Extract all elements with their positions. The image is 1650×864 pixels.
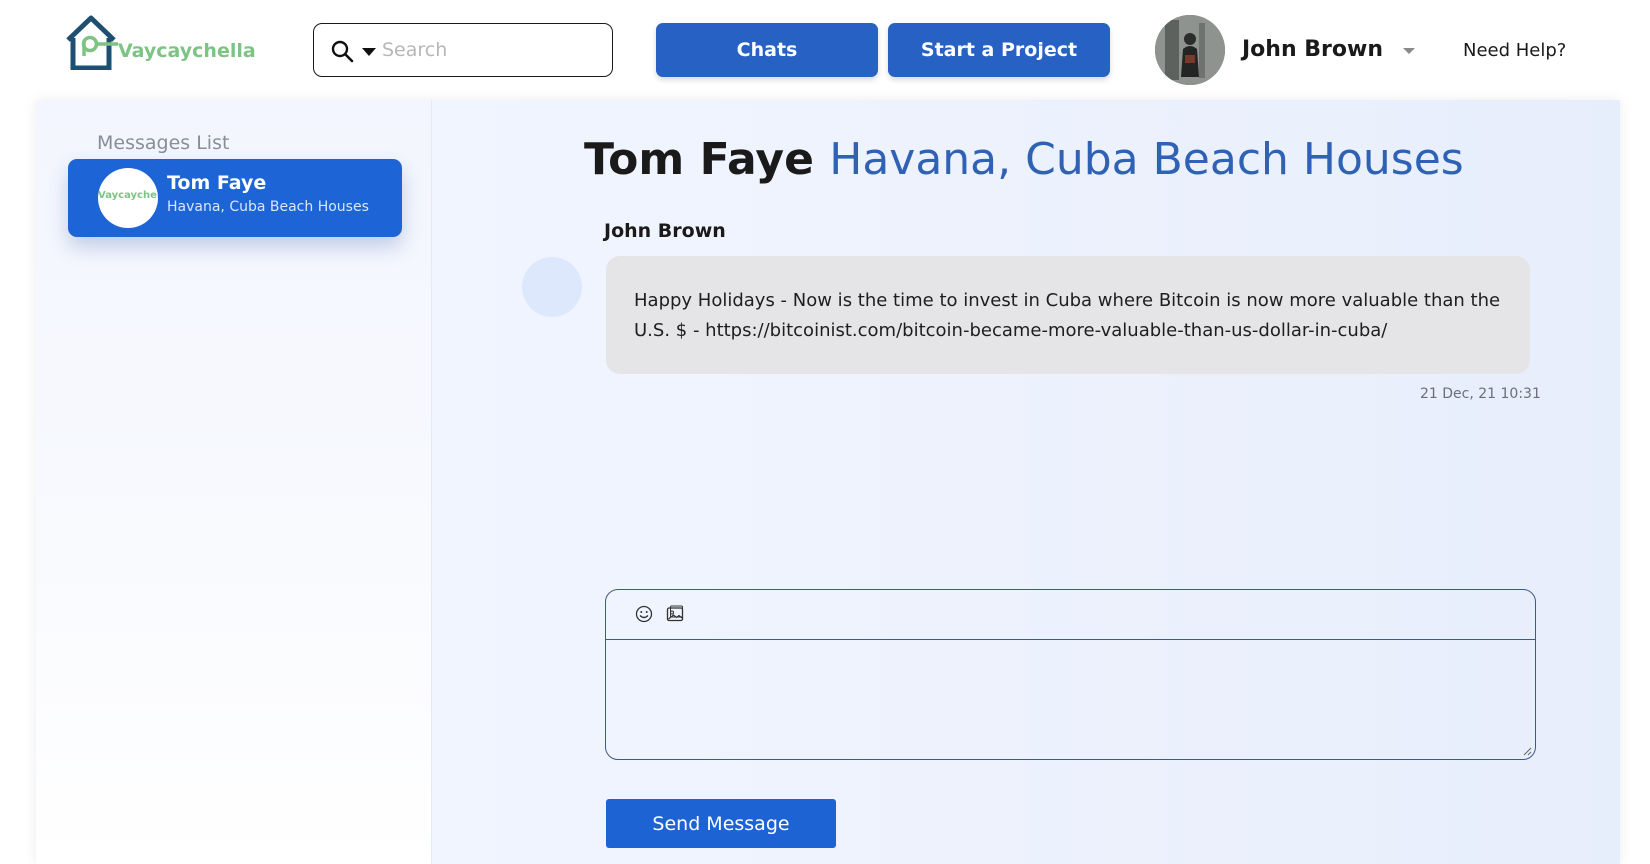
chats-button[interactable]: Chats — [656, 23, 878, 77]
messages-sidebar: Messages List Vaycaychella Tom Faye Hava… — [36, 100, 432, 864]
chat-location: Havana, Cuba Beach Houses — [829, 134, 1464, 185]
need-help-link[interactable]: Need Help? — [1463, 40, 1566, 61]
message-composer[interactable] — [605, 589, 1536, 760]
top-header: Vaycaychella Chats Start a Project John … — [0, 0, 1650, 100]
sender-avatar — [522, 257, 582, 317]
messages-list-title: Messages List — [97, 132, 230, 154]
contact-name: Tom Faye — [167, 172, 267, 194]
house-key-icon — [66, 15, 118, 70]
user-menu-chevron-down-icon[interactable] — [1403, 48, 1415, 54]
contact-avatar-logo: Vaycaychella — [98, 190, 158, 201]
contact-subtitle: Havana, Cuba Beach Houses — [167, 199, 369, 215]
brand-logo[interactable]: Vaycaychella — [64, 14, 264, 76]
person-photo-icon — [1155, 15, 1225, 85]
message-input[interactable] — [618, 648, 1523, 752]
send-message-button[interactable]: Send Message — [606, 799, 836, 848]
message-sender: John Brown — [604, 220, 726, 242]
chat-contact-name: Tom Faye — [584, 134, 814, 185]
composer-toolbar — [606, 590, 1535, 640]
resize-handle-icon[interactable] — [1522, 746, 1532, 756]
chat-title: Tom Faye Havana, Cuba Beach Houses — [584, 134, 1464, 185]
contact-avatar: Vaycaychella — [98, 168, 158, 228]
image-icon[interactable] — [665, 604, 685, 624]
emoji-icon[interactable] — [634, 604, 654, 624]
user-avatar[interactable] — [1155, 15, 1225, 85]
brand-name: Vaycaychella — [118, 40, 256, 62]
message-timestamp: 21 Dec, 21 10:31 — [1420, 386, 1541, 402]
search-input[interactable] — [382, 34, 602, 66]
start-project-button[interactable]: Start a Project — [888, 23, 1110, 77]
search-icon — [331, 40, 354, 63]
search-box[interactable] — [313, 23, 613, 77]
search-filter-chevron-down-icon[interactable] — [362, 48, 376, 56]
user-name[interactable]: John Brown — [1242, 37, 1383, 62]
message-bubble: Happy Holidays - Now is the time to inve… — [606, 256, 1530, 374]
contact-item-tom-faye[interactable]: Vaycaychella Tom Faye Havana, Cuba Beach… — [68, 159, 402, 237]
